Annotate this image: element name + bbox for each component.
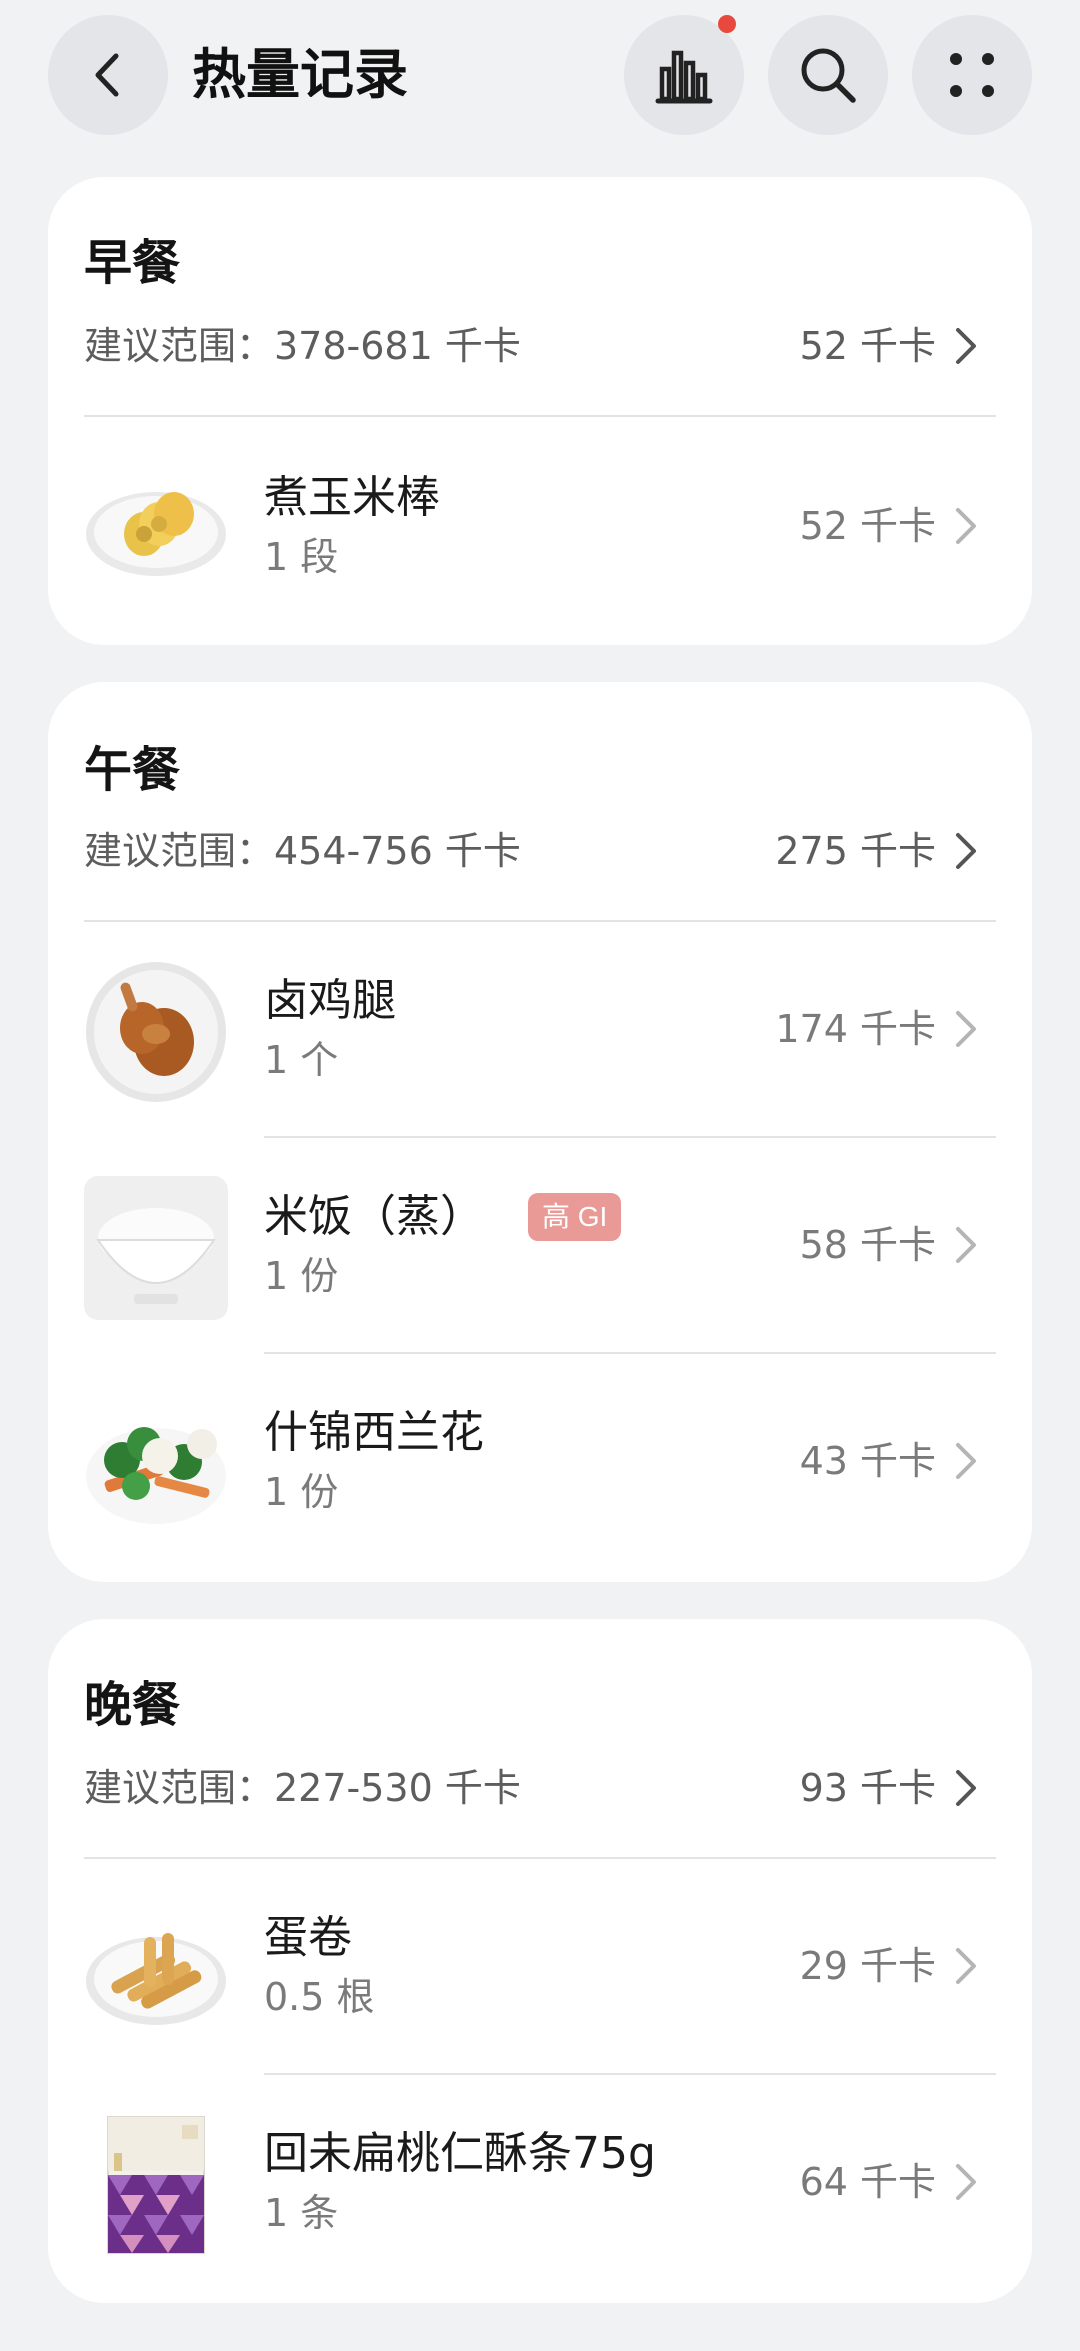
snack-package-image <box>107 2116 205 2254</box>
page-title: 热量记录 <box>192 43 408 106</box>
rice-bowl-image <box>84 1176 228 1320</box>
back-button[interactable] <box>48 15 168 135</box>
food-quantity: 1 条 <box>264 2191 339 2235</box>
food-name: 米饭（蒸） <box>264 1191 484 1242</box>
bar-chart-icon <box>655 50 713 104</box>
lunch-card: 午餐 建议范围：454-756 千卡 275 千卡 卤鸡腿 1 个 174 千卡 <box>48 682 1032 1582</box>
meal-title: 午餐 <box>84 742 181 798</box>
food-quantity: 1 份 <box>264 1254 339 1298</box>
search-icon <box>801 48 856 103</box>
back-arrow-icon <box>95 53 119 97</box>
food-name: 蛋卷 <box>264 1912 352 1963</box>
egg-roll-image <box>86 1933 226 2025</box>
chevron-right-icon <box>956 2164 976 2200</box>
app-header: 热量记录 <box>0 0 1080 150</box>
suggested-range: 建议范围：378-681 千卡 <box>84 324 521 368</box>
chevron-right-icon <box>956 1770 976 1806</box>
food-kcal: 52 千卡 <box>799 504 936 548</box>
food-kcal: 58 千卡 <box>799 1223 936 1267</box>
food-quantity: 0.5 根 <box>264 1975 375 2019</box>
food-name: 煮玉米棒 <box>264 472 440 523</box>
divider <box>84 415 996 417</box>
chevron-right-icon <box>956 508 976 544</box>
broccoli-image <box>86 1427 226 1524</box>
divider <box>264 1352 996 1354</box>
food-quantity: 1 个 <box>264 1038 339 1082</box>
food-kcal: 64 千卡 <box>799 2160 936 2204</box>
chevron-right-icon <box>956 1011 976 1047</box>
more-dots-icon <box>950 53 994 97</box>
chevron-right-icon <box>956 1443 976 1479</box>
chevron-right-icon <box>956 833 976 869</box>
meal-total-kcal: 275 千卡 <box>775 829 936 873</box>
suggested-range: 建议范围：454-756 千卡 <box>84 829 521 873</box>
food-name: 卤鸡腿 <box>264 975 396 1026</box>
notification-dot <box>718 15 736 33</box>
divider <box>264 2073 996 2075</box>
food-name: 什锦西兰花 <box>264 1407 484 1458</box>
suggested-range: 建议范围：227-530 千卡 <box>84 1766 521 1810</box>
statistics-button[interactable] <box>624 15 744 135</box>
divider <box>84 920 996 922</box>
divider <box>264 1136 996 1138</box>
chicken-leg-image <box>86 962 226 1102</box>
dinner-card: 晚餐 建议范围：227-530 千卡 93 千卡 蛋卷 0.5 根 29 千卡 <box>48 1619 1032 2303</box>
food-quantity: 1 份 <box>264 1470 339 1514</box>
breakfast-card: 早餐 建议范围：378-681 千卡 52 千卡 煮玉米棒 1 段 52 千卡 <box>48 177 1032 645</box>
food-kcal: 174 千卡 <box>775 1007 936 1051</box>
food-name: 回未扁桃仁酥条75g <box>264 2128 656 2179</box>
chevron-right-icon <box>956 1227 976 1263</box>
meal-total-kcal: 52 千卡 <box>799 324 936 368</box>
food-kcal: 29 千卡 <box>799 1944 936 1988</box>
divider <box>84 1857 996 1859</box>
meal-total-kcal: 93 千卡 <box>799 1766 936 1810</box>
corn-plate-image <box>86 492 226 576</box>
meal-title: 晚餐 <box>84 1677 181 1733</box>
chevron-right-icon <box>956 1948 976 1984</box>
food-kcal: 43 千卡 <box>799 1439 936 1483</box>
food-quantity: 1 段 <box>264 535 339 579</box>
search-button[interactable] <box>768 15 888 135</box>
high-gi-badge: 高 GI <box>528 1193 622 1241</box>
meal-title: 早餐 <box>84 235 181 291</box>
more-options-button[interactable] <box>912 15 1032 135</box>
chevron-right-icon <box>956 328 976 364</box>
